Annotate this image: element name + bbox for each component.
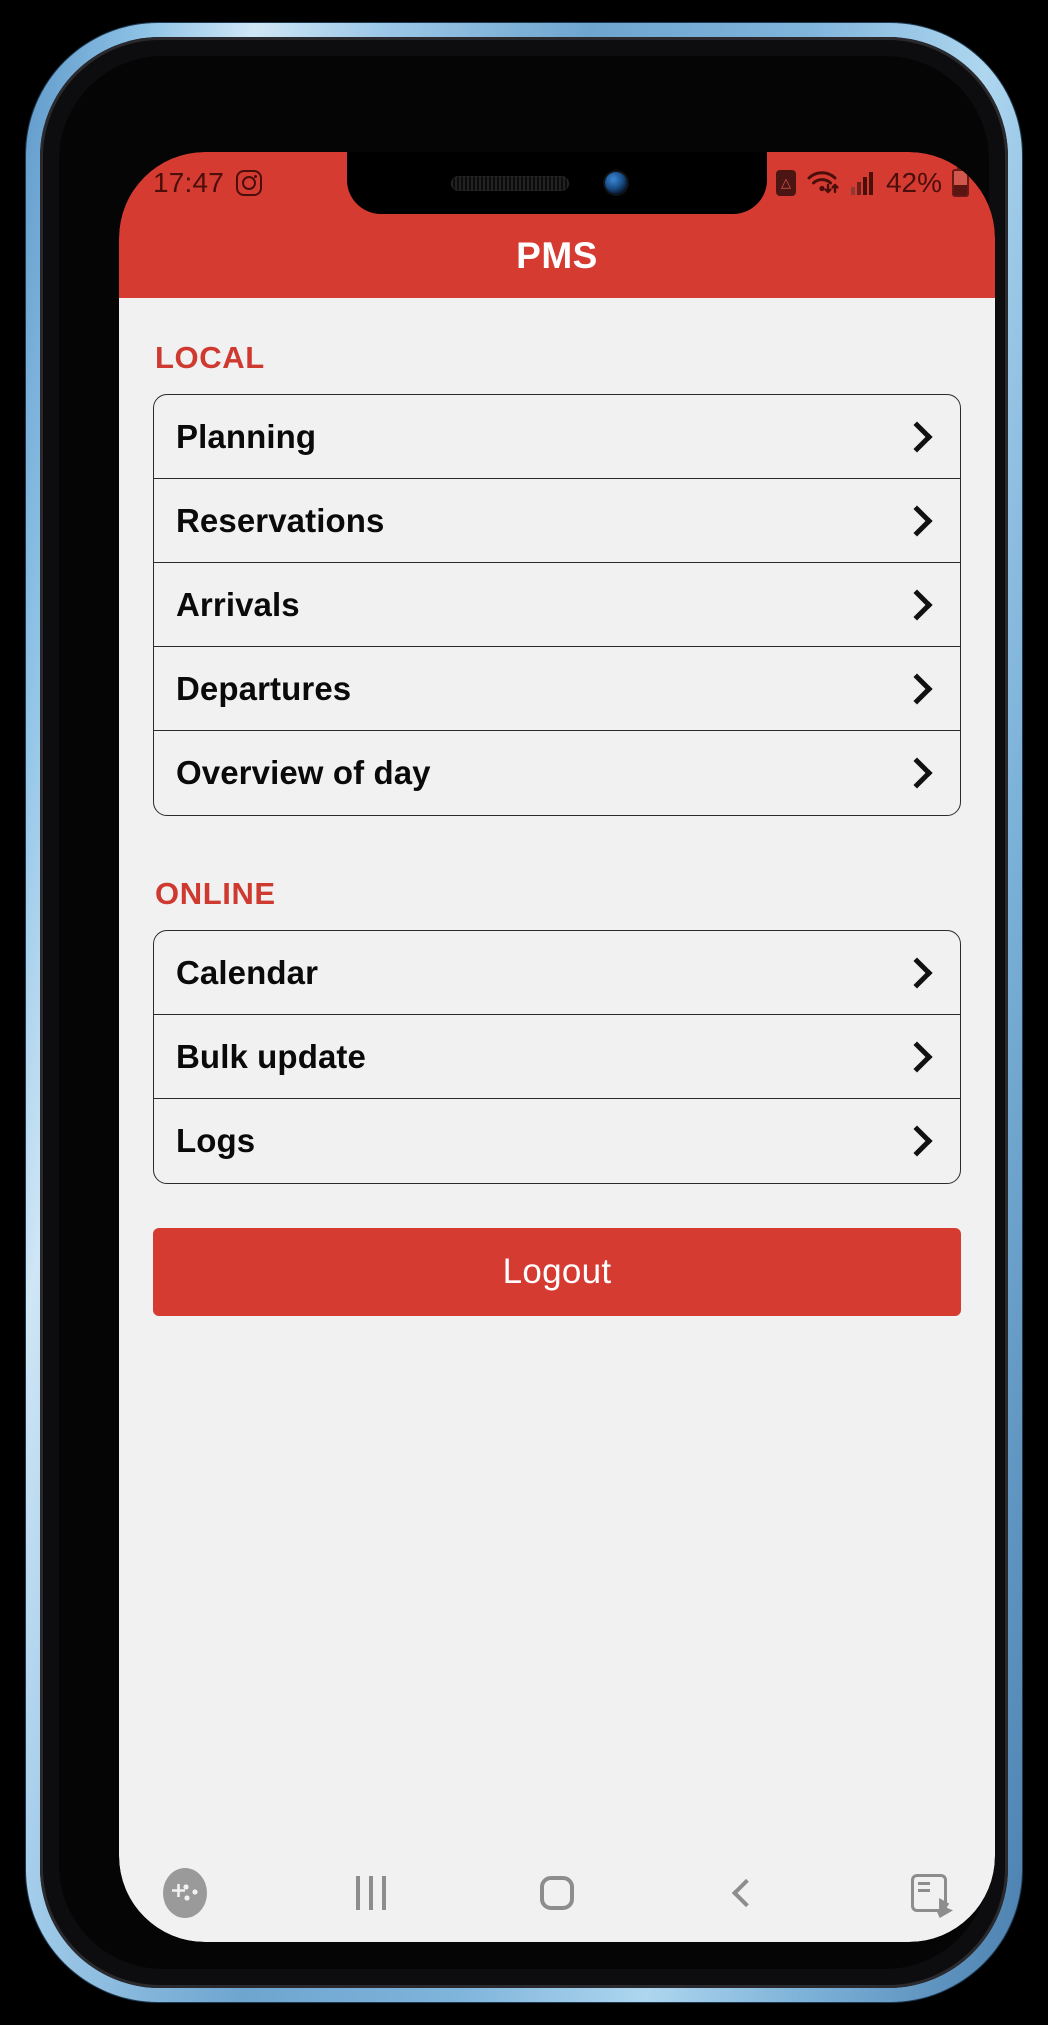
notification-badge-icon [775, 170, 796, 196]
menu-item-logs[interactable]: Logs [154, 1099, 960, 1183]
phone-midframe: 17:47 △ 42% PMS LOCAL Planning Reservati… [40, 37, 1008, 1988]
recents-button[interactable] [341, 1863, 401, 1923]
game-launcher-button[interactable] [155, 1863, 215, 1923]
wifi-icon [807, 171, 839, 194]
menu-item-label: Overview of day [176, 754, 431, 791]
menu-item-departures[interactable]: Departures [154, 647, 960, 731]
menu-item-label: Arrivals [176, 585, 300, 623]
game-launcher-icon [163, 1868, 207, 1918]
chevron-right-icon [901, 1040, 933, 1073]
battery-percent: 42% [885, 167, 942, 198]
status-bar-right: 42% [775, 167, 969, 199]
back-icon [731, 1878, 761, 1908]
menu-item-label: Reservations [176, 501, 385, 539]
signal-icon [850, 172, 873, 195]
chevron-right-icon [901, 420, 933, 453]
logout-button-label: Logout [502, 1252, 612, 1291]
home-button[interactable] [527, 1863, 587, 1923]
app-bar: PMS [119, 214, 995, 298]
logout-button[interactable]: Logout [153, 1228, 961, 1316]
chevron-right-icon [901, 1125, 933, 1157]
menu-item-label: Bulk update [176, 1037, 366, 1075]
section-heading-online: ONLINE [155, 876, 276, 911]
chevron-right-icon [901, 504, 933, 537]
section-heading-local: LOCAL [155, 340, 265, 375]
menu-item-label: Calendar [176, 953, 319, 991]
recents-icon [356, 1876, 386, 1910]
back-button[interactable] [713, 1863, 773, 1923]
menu-item-label: Departures [176, 669, 352, 707]
front-camera [605, 172, 627, 194]
battery-icon [952, 169, 969, 197]
keyboard-switch-icon [911, 1874, 947, 1912]
phone-bezel: 17:47 △ 42% PMS LOCAL Planning Reservati… [59, 56, 995, 1969]
chevron-right-icon [901, 672, 933, 705]
android-nav-bar [119, 1858, 995, 1942]
online-menu-card: Calendar Bulk update Logs [153, 930, 961, 1184]
status-bar-left: 17:47 [153, 167, 263, 199]
menu-item-reservations[interactable]: Reservations [154, 479, 960, 563]
phone-screen: 17:47 △ 42% PMS LOCAL Planning Reservati… [119, 152, 995, 1942]
menu-item-arrivals[interactable]: Arrivals [154, 563, 960, 647]
earpiece-speaker [451, 176, 569, 191]
menu-item-bulk-update[interactable]: Bulk update [154, 1015, 960, 1099]
chevron-right-icon [901, 757, 933, 789]
local-menu-card: Planning Reservations Arrivals Departure… [153, 394, 961, 816]
instagram-icon [236, 170, 263, 196]
status-time: 17:47 [153, 167, 225, 198]
chevron-right-icon [901, 588, 933, 621]
menu-item-label: Planning [176, 417, 317, 455]
phone-frame: 17:47 △ 42% PMS LOCAL Planning Reservati… [26, 23, 1022, 2002]
home-icon [540, 1876, 574, 1910]
main-content: LOCAL Planning Reservations Arrivals Dep… [119, 298, 995, 1858]
keyboard-switch-button[interactable] [899, 1863, 959, 1923]
notch [347, 152, 767, 214]
menu-item-label: Logs [176, 1122, 256, 1159]
menu-item-overview-of-day[interactable]: Overview of day [154, 731, 960, 815]
screenshot-stage: 17:47 △ 42% PMS LOCAL Planning Reservati… [0, 0, 1048, 2025]
menu-item-calendar[interactable]: Calendar [154, 931, 960, 1015]
page-title: PMS [516, 235, 598, 276]
chevron-right-icon [901, 956, 933, 989]
menu-item-planning[interactable]: Planning [154, 395, 960, 479]
